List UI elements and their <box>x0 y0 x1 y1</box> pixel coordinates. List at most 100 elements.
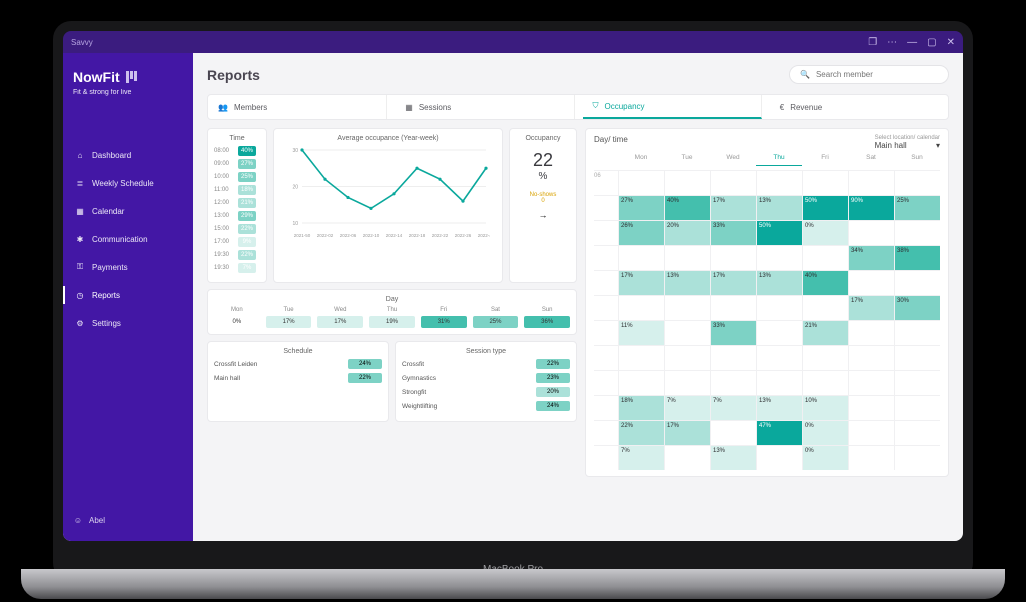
heatmap-cell <box>894 396 940 420</box>
page-header: Reports 🔍 <box>207 65 949 84</box>
heatmap-hour <box>594 196 618 220</box>
list-value: 22% <box>536 359 570 369</box>
time-value: 9% <box>238 237 256 247</box>
time-title: Time <box>214 135 260 142</box>
time-card: Time 08:0040%09:0027%10:0025%11:0018%12:… <box>207 128 267 283</box>
heatmap-hour <box>594 321 618 345</box>
sidebar-item-communication[interactable]: ✱Communication <box>73 230 183 248</box>
occupancy-line-chart: 1020302021-502022-022022-062022-102022-1… <box>280 146 490 241</box>
tab-label: Revenue <box>790 103 822 112</box>
list-row: Main hall22% <box>214 373 382 383</box>
window-close-icon[interactable]: ✕ <box>947 37 955 48</box>
list-name: Crossfit Leiden <box>214 361 257 368</box>
heatmap-cell <box>710 171 756 195</box>
heatmap-cell <box>756 371 802 395</box>
sidebar-user[interactable]: ☺Abel <box>73 515 183 525</box>
heatmap-cell: 40% <box>664 196 710 220</box>
window-max-icon[interactable]: ▢ <box>927 37 936 48</box>
heatmap-cell <box>894 346 940 370</box>
heatmap-cell: 7% <box>664 396 710 420</box>
heatmap-cell <box>756 346 802 370</box>
sidebar-item-label: Calendar <box>92 207 124 216</box>
sidebar-item-dashboard[interactable]: ⌂Dashboard <box>73 146 183 164</box>
heatmap-cell <box>618 246 664 270</box>
heatmap-day-header[interactable]: Sun <box>894 154 940 166</box>
heatmap-day-header[interactable]: Wed <box>710 154 756 166</box>
window-more-icon[interactable]: ⋯ <box>887 37 897 48</box>
time-row: 11:0018% <box>214 185 260 195</box>
heatmap-cell <box>756 171 802 195</box>
grid-icon: ▦ <box>405 103 413 112</box>
day-title: Day <box>214 296 570 303</box>
list-icon: ≣ <box>75 178 85 188</box>
sidebar-item-reports[interactable]: ◷Reports <box>73 286 183 304</box>
heatmap-cell: 17% <box>664 421 710 445</box>
heatmap-day-header[interactable]: Sat <box>848 154 894 166</box>
heatmap-cell <box>848 421 894 445</box>
day-label: Mon <box>214 307 260 313</box>
user-icon: ☺ <box>73 515 83 525</box>
euro-icon: € <box>780 103 784 112</box>
heatmap-cell: 0% <box>802 221 848 245</box>
window-restore-icon[interactable]: ❐ <box>868 37 877 48</box>
heatmap-hour <box>594 246 618 270</box>
heatmap-day-header[interactable]: Thu <box>756 154 802 166</box>
selector-value: Main hall <box>875 141 907 150</box>
session-type-card: Session type Crossfit22%Gymnastics23%Str… <box>395 341 577 422</box>
list-name: Main hall <box>214 375 240 382</box>
list-row: Crossfit22% <box>402 359 570 369</box>
search-box[interactable]: 🔍 <box>789 65 949 84</box>
list-name: Weightlifting <box>402 403 437 410</box>
day-cell: Wed17% <box>317 307 363 328</box>
window-min-icon[interactable]: — <box>907 37 917 48</box>
heatmap-cell: 21% <box>802 321 848 345</box>
heatmap-row: 26%20%33%50%0% <box>594 220 940 245</box>
time-value: 27% <box>238 159 256 169</box>
calendar-icon: ▦ <box>75 206 85 216</box>
day-cell: Mon 0% <box>214 307 260 328</box>
tab-sessions[interactable]: ▦Sessions <box>395 95 574 119</box>
heatmap-cell <box>756 446 802 470</box>
time-row: 17:00 9% <box>214 237 260 247</box>
day-label: Tue <box>266 307 312 313</box>
heatmap-day-header[interactable]: Fri <box>802 154 848 166</box>
day-value: 0% <box>214 316 260 328</box>
location-selector[interactable]: Select location/ calendar Main hall▾ <box>875 135 940 150</box>
sidebar-item-weekly[interactable]: ≣ Weekly Schedule <box>73 174 183 192</box>
heatmap-cell <box>848 371 894 395</box>
heatmap-cell <box>802 246 848 270</box>
heatmap-cell: 38% <box>894 246 940 270</box>
list-name: Strongfit <box>402 389 426 396</box>
heatmap-cell: 11% <box>618 321 664 345</box>
list-row: Gymnastics23% <box>402 373 570 383</box>
heatmap-cell: 33% <box>710 321 756 345</box>
search-input[interactable] <box>816 70 938 79</box>
window-title: Savvy <box>71 38 93 47</box>
list-value: 24% <box>348 359 382 369</box>
svg-text:2022-06: 2022-06 <box>340 233 357 238</box>
sidebar-item-label: Weekly Schedule <box>92 179 154 188</box>
heatmap-day-header[interactable]: Tue <box>664 154 710 166</box>
heatmap-cell: 47% <box>756 421 802 445</box>
heatmap-hour <box>594 296 618 320</box>
heatmap-hour <box>594 221 618 245</box>
brand-tagline: Fit & strong for live <box>73 89 183 96</box>
sidebar-item-payments[interactable]: ⚿Payments <box>73 258 183 276</box>
tab-label: Members <box>234 103 267 112</box>
time-hour: 17:00 <box>214 239 234 245</box>
time-value: 40% <box>238 146 256 156</box>
heatmap-cell <box>848 396 894 420</box>
heatmap-day-header[interactable]: Mon <box>618 154 664 166</box>
heatmap-row: 17%13%17%13%40% <box>594 270 940 295</box>
time-row: 19:3022% <box>214 250 260 260</box>
tab-occupancy[interactable]: ⛉Occupancy <box>583 95 762 119</box>
tab-revenue[interactable]: € Revenue <box>770 95 948 119</box>
heatmap-cell: 13% <box>756 271 802 295</box>
content: Time 08:0040%09:0027%10:0025%11:0018%12:… <box>207 128 949 477</box>
heatmap-cell: 25% <box>894 196 940 220</box>
sidebar-nav: ⌂Dashboard ≣ Weekly Schedule ▦ Calendar ✱C… <box>73 146 183 332</box>
sidebar-item-label: Communication <box>92 235 148 244</box>
tab-members[interactable]: 👥Members <box>208 95 387 119</box>
sidebar-item-settings[interactable]: ⚙Settings <box>73 314 183 332</box>
sidebar-item-calendar[interactable]: ▦ Calendar <box>73 202 183 220</box>
